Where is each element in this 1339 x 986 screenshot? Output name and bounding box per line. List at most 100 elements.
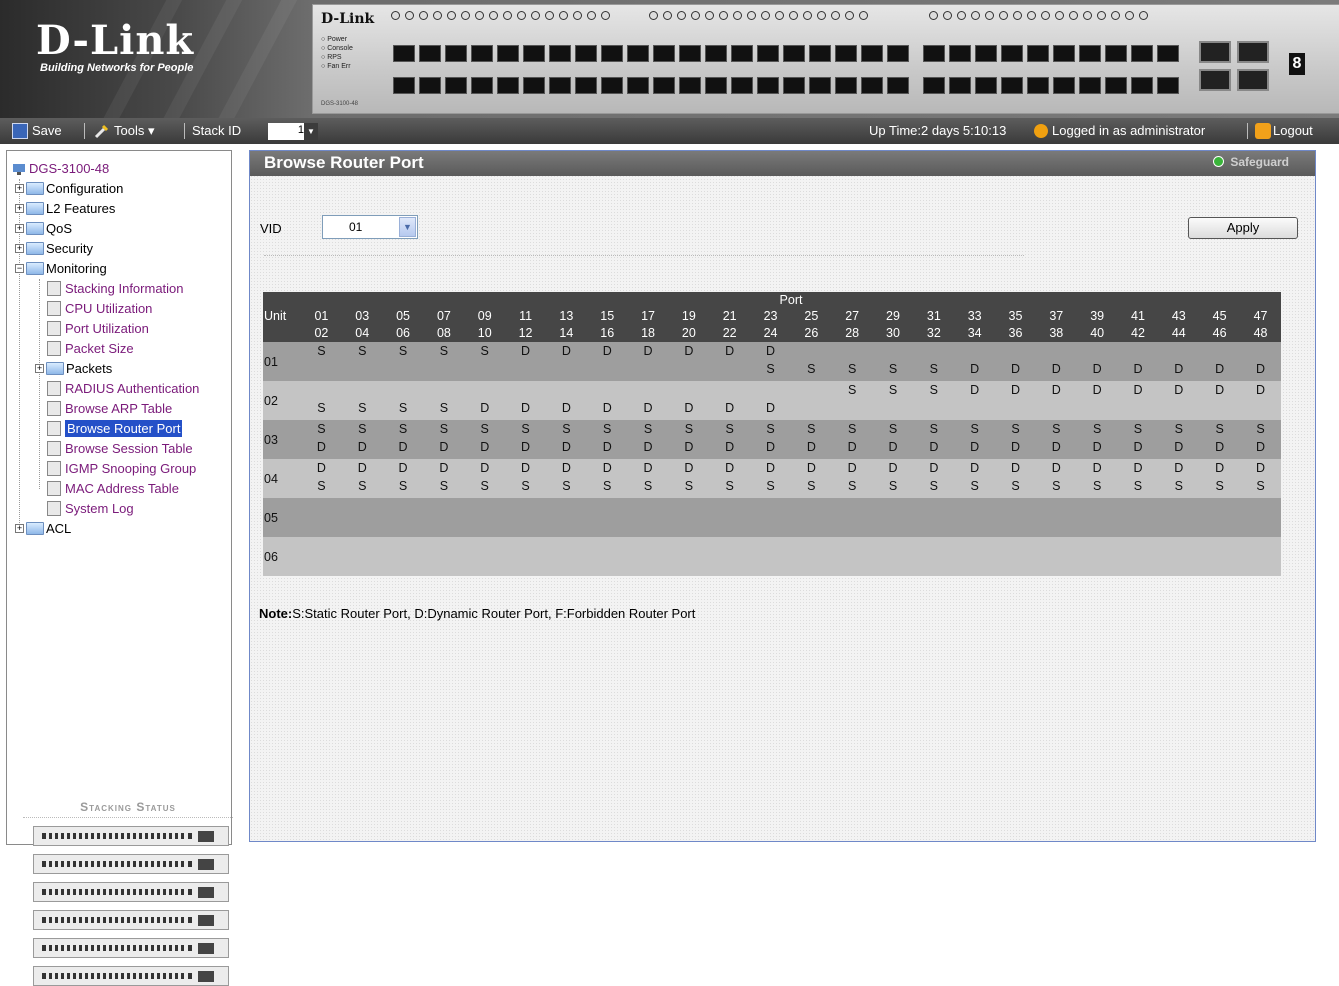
tools-label: Tools [114,123,145,138]
nav-browse-session-table[interactable]: Browse Session Table [47,439,193,458]
nav-igmp-snooping-group[interactable]: IGMP Snooping Group [47,459,196,478]
nav-mac-address-table[interactable]: MAC Address Table [47,479,179,498]
port-number-header: 01 [314,309,329,323]
nav-item-label: Browse Router Port [65,420,183,437]
port-status-odd: S [848,422,857,436]
stack-unit[interactable] [33,938,229,958]
port-number-header: 18 [641,326,655,340]
port-status-odd [301,498,342,516]
port-status-cell [628,498,669,537]
expand-icon[interactable]: + [15,524,24,534]
port-status-odd: S [766,422,775,436]
port-status-cell [709,537,750,576]
tools-menu-button[interactable]: Tools ▾ [94,118,155,144]
collapse-icon[interactable]: − [15,264,24,274]
port-status-cell: DS [546,459,587,498]
port-number-header: 43 [1171,309,1186,323]
port-status-cell: S [383,381,424,420]
port-status-odd [995,537,1036,555]
port-status-even [1199,555,1240,573]
tree-root[interactable]: DGS-3100-48 [11,159,109,178]
tree-folder-acl[interactable]: + ACL [15,519,71,538]
port-status-cell: S [832,342,873,381]
port-number-header: 05 [396,309,411,323]
expand-icon[interactable]: + [15,204,24,214]
port-status-cell: DS [954,459,995,498]
save-button[interactable]: Save [12,118,62,144]
port-status-odd [1118,537,1159,555]
nav-browse-arp-table[interactable]: Browse ARP Table [47,399,172,418]
port-status-odd [1036,537,1077,555]
port-status-cell [832,537,873,576]
table-row: 02 S S S S D D D D D D D D S S S D D D D D D D D [263,381,1281,420]
port-number-header: 14 [559,326,574,340]
port-status-odd: D [398,461,408,475]
port-status-even [1158,516,1199,534]
port-status-cell: SD [301,420,342,459]
nav-radius-authentication[interactable]: RADIUS Authentication [47,379,199,398]
port-number-header: 07 [436,309,451,323]
port-status-cell [913,537,954,576]
expand-icon[interactable]: + [15,184,24,194]
logout-button[interactable]: Logout [1255,118,1313,144]
tree-folder-monitoring[interactable]: − Monitoring [15,259,107,278]
tree-folder-configuration[interactable]: + Configuration [15,179,123,198]
port-status-cell: S [383,342,424,381]
port-status-cell: D [709,342,750,381]
tree-folder-qos[interactable]: + QoS [15,219,72,238]
port-status-cell: D [1118,342,1159,381]
save-icon [12,122,28,139]
port-status-cell: DS [668,459,709,498]
port-status-even: S [684,479,694,493]
port-status-odd [546,498,587,516]
chevron-down-icon[interactable]: ▼ [399,217,416,237]
stack-unit[interactable] [33,966,229,986]
vid-select[interactable]: 01 ▼ [322,215,418,239]
port-status-odd [995,342,1036,360]
network-icon [13,163,25,175]
stack-id-select[interactable]: 1 ▼ [268,123,318,140]
port-status-even: D [766,401,776,415]
port-status-cell: DS [1118,459,1159,498]
port-number-header: 16 [600,326,615,340]
port-status-odd: S [643,422,653,436]
port-status-cell: D [1240,342,1281,381]
port-status-cell [709,498,750,537]
expand-icon[interactable]: + [15,244,24,254]
page-icon [47,441,61,457]
port-status-even: D [316,440,326,454]
stack-unit[interactable] [33,854,229,874]
tree-folder-l2-features[interactable]: + L2 Features [15,199,115,218]
port-status-odd: D [1174,461,1184,475]
port-status-even: S [1256,479,1265,493]
port-status-cell: DS [301,459,342,498]
port-status-even: S [1215,479,1224,493]
nav-browse-router-port[interactable]: Browse Router Port [47,419,183,438]
port-status-odd: S [848,383,857,397]
port-number-header: 10 [477,326,492,340]
stack-unit[interactable] [33,882,229,902]
stack-unit[interactable] [33,826,229,846]
port-bank-2-top [653,45,909,62]
port-status-even [995,516,1036,534]
port-status-odd [832,537,873,555]
port-status-odd [423,537,464,555]
nav-stacking-information[interactable]: Stacking Information [47,279,184,298]
nav-port-utilization[interactable]: Port Utilization [47,319,149,338]
port-status-cell [464,498,505,537]
nav-packet-size[interactable]: Packet Size [47,339,134,358]
expand-icon[interactable]: + [35,364,44,374]
port-status-even [873,516,914,534]
nav-system-log[interactable]: System Log [47,499,134,518]
apply-button[interactable]: Apply [1188,217,1298,239]
tree-folder-security[interactable]: + Security [15,239,93,258]
tree-folder-label: Configuration [46,181,124,196]
port-status-cell [1036,537,1077,576]
port-status-even: D [766,440,776,454]
nav-cpu-utilization[interactable]: CPU Utilization [47,299,152,318]
expand-icon[interactable]: + [15,224,24,234]
table-row: 05 [263,498,1281,537]
port-status-cell: DS [791,459,832,498]
stack-unit[interactable] [33,910,229,930]
tree-folder-packets[interactable]: + Packets [35,359,112,378]
